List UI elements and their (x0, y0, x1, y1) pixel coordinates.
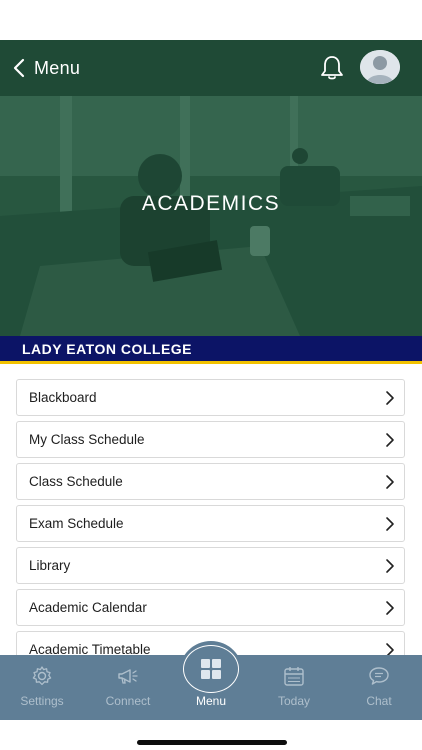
chevron-right-icon (386, 391, 394, 405)
menu-item-label: Class Schedule (29, 474, 123, 489)
chevron-left-icon (13, 58, 25, 78)
tab-connect[interactable]: Connect (86, 655, 170, 720)
tab-label: Today (277, 694, 311, 708)
megaphone-icon (118, 669, 138, 684)
tab-settings[interactable]: Settings (0, 655, 84, 720)
status-bar-area (0, 0, 422, 40)
menu-item-class-schedule[interactable]: Class Schedule (16, 463, 405, 500)
tab-chat[interactable]: Chat (337, 655, 421, 720)
college-banner: LADY EATON COLLEGE (0, 336, 422, 364)
tab-label: Connect (105, 694, 151, 708)
college-name: LADY EATON COLLEGE (22, 341, 193, 357)
tab-today[interactable]: Today (252, 655, 336, 720)
chat-bubble-icon (369, 667, 389, 685)
bottom-safe-area (0, 720, 422, 750)
hero-banner: ACADEMICS (0, 96, 422, 336)
tab-label: Settings (20, 694, 64, 708)
menu-tab-button[interactable] (183, 645, 239, 693)
gear-icon (32, 666, 52, 686)
menu-item-blackboard[interactable]: Blackboard (16, 379, 405, 416)
back-button-label: Menu (34, 57, 81, 78)
menu-item-exam-schedule[interactable]: Exam Schedule (16, 505, 405, 542)
tab-label: Menu (195, 694, 227, 708)
chevron-right-icon (386, 559, 394, 573)
hero-background-image (0, 96, 422, 336)
avatar[interactable] (360, 50, 400, 84)
menu-item-label: Library (29, 558, 71, 573)
menu-item-academic-calendar[interactable]: Academic Calendar (16, 589, 405, 626)
top-nav-bar: Menu (0, 40, 422, 96)
user-avatar-icon (360, 50, 400, 84)
menu-item-library[interactable]: Library (16, 547, 405, 584)
bell-icon[interactable] (318, 54, 346, 82)
menu-item-label: My Class Schedule (29, 432, 145, 447)
hero-title: ACADEMICS (141, 192, 281, 215)
chevron-right-icon (386, 517, 394, 531)
menu-item-my-class-schedule[interactable]: My Class Schedule (16, 421, 405, 458)
grid-icon (201, 659, 221, 679)
menu-item-label: Exam Schedule (29, 516, 124, 531)
calendar-icon (284, 667, 304, 686)
home-indicator (137, 740, 287, 745)
tab-label: Chat (366, 694, 392, 708)
chevron-right-icon (386, 601, 394, 615)
back-button[interactable]: Menu (12, 52, 80, 84)
chevron-right-icon (386, 475, 394, 489)
menu-item-label: Academic Calendar (29, 600, 147, 615)
chevron-right-icon (386, 433, 394, 447)
menu-item-label: Blackboard (29, 390, 97, 405)
